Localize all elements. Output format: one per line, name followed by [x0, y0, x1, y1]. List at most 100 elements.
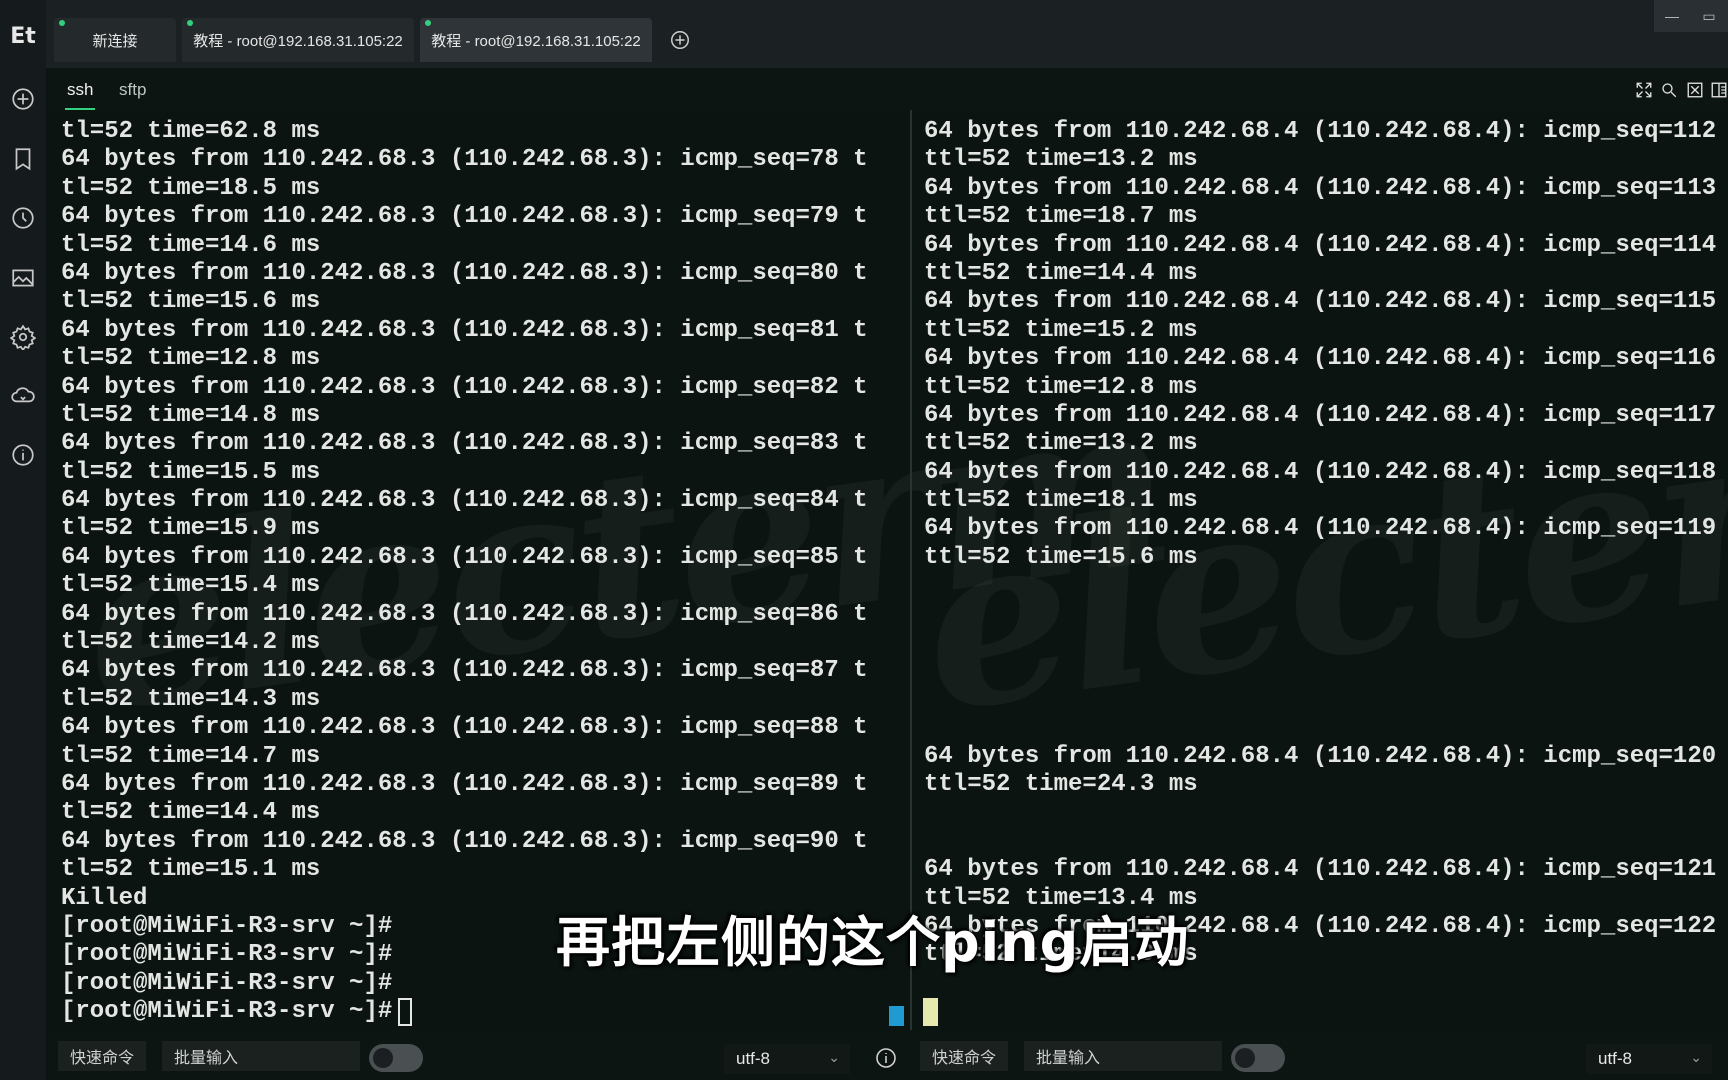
- terminal-line: 64 bytes from 110.242.68.3 (110.242.68.3…: [61, 770, 868, 798]
- terminal-line: ttl=52 time=12.8 ms: [924, 373, 1198, 401]
- add-tab-icon[interactable]: [666, 26, 694, 54]
- terminal-line: 64 bytes from 110.242.68.4 (110.242.68.4…: [924, 856, 1717, 884]
- terminal-line: 64 bytes from 110.242.68.4 (110.242.68.4…: [924, 515, 1717, 543]
- terminal-line: ttl=52 time=13.2 ms: [924, 146, 1198, 174]
- terminal-line: tl=52 time=14.7 ms: [61, 742, 321, 770]
- close-pane-icon[interactable]: [1685, 80, 1705, 100]
- video-subtitle: 再把左侧的这个ping启动: [556, 911, 1190, 974]
- batch-input-toggle[interactable]: [369, 1044, 423, 1072]
- terminal-line: 64 bytes from 110.242.68.4 (110.242.68.4…: [924, 118, 1717, 145]
- terminal-output: tl=52 time=62.8 ms 64 bytes from 110.242.…: [61, 118, 868, 1027]
- tab-ssh[interactable]: ssh: [64, 80, 96, 110]
- batch-input-field-right[interactable]: 批量输入: [1024, 1041, 1222, 1071]
- tab-bar: 新连接 教程 - root@192.168.31.105:22 教程 - roo…: [46, 0, 1728, 68]
- status-dot: [59, 20, 65, 26]
- quick-command-button[interactable]: 快速命令: [58, 1041, 146, 1071]
- info-icon[interactable]: [9, 441, 37, 469]
- info-icon[interactable]: [874, 1046, 898, 1070]
- terminal-line: tl=52 time=12.8 ms: [61, 345, 321, 373]
- chevron-down-icon: ⌄: [828, 1049, 840, 1065]
- terminal-line: 64 bytes from 110.242.68.3 (110.242.68.3…: [61, 487, 868, 515]
- terminal-line: 64 bytes from 110.242.68.3 (110.242.68.3…: [61, 543, 868, 571]
- encoding-value: utf-8: [736, 1049, 771, 1068]
- quick-command-button-right[interactable]: 快速命令: [920, 1041, 1008, 1071]
- history-icon[interactable]: [9, 204, 37, 232]
- status-dot: [187, 20, 193, 26]
- terminal-line: tl=52 time=15.4 ms: [61, 572, 321, 600]
- status-dot: [425, 20, 431, 26]
- terminal-line: 64 bytes from 110.242.68.3 (110.242.68.3…: [61, 657, 868, 685]
- add-connection-icon[interactable]: [9, 85, 37, 113]
- tab-label: 教程 - root@192.168.31.105:22: [431, 32, 641, 50]
- batch-input-toggle-right[interactable]: [1231, 1044, 1285, 1072]
- minimize-icon[interactable]: —: [1654, 0, 1690, 32]
- terminal-line: 64 bytes from 110.242.68.4 (110.242.68.4…: [924, 458, 1717, 486]
- terminal-line: tl=52 time=15.9 ms: [61, 515, 321, 543]
- terminal-line: 64 bytes from 110.242.68.4 (110.242.68.4…: [924, 742, 1717, 770]
- tab-session-1[interactable]: 教程 - root@192.168.31.105:22: [182, 18, 414, 62]
- terminal-line: 64 bytes from 110.242.68.4 (110.242.68.4…: [924, 288, 1717, 316]
- search-icon[interactable]: [1659, 80, 1679, 100]
- terminal-line: ttl=52 time=18.7 ms: [924, 203, 1198, 231]
- terminal-line: tl=52 time=14.3 ms: [61, 685, 321, 713]
- tab-session-2[interactable]: 教程 - root@192.168.31.105:22: [420, 18, 652, 62]
- terminal-line: ttl=52 time=18.1 ms: [924, 487, 1198, 515]
- terminal-line: tl=52 time=14.2 ms: [61, 629, 321, 657]
- terminal-left[interactable]: tl=52 time=62.8 ms 64 bytes from 110.242.…: [46, 110, 910, 1030]
- terminal-line: 64 bytes from 110.242.68.3 (110.242.68.3…: [61, 600, 868, 628]
- terminal-line: 64 bytes from 110.242.68.3 (110.242.68.3…: [61, 430, 868, 458]
- bookmark-icon[interactable]: [9, 145, 37, 173]
- app-logo: Et: [10, 24, 36, 49]
- terminal-line: 64 bytes from 110.242.68.3 (110.242.68.3…: [61, 373, 868, 401]
- terminal-line: ttl=52 time=15.6 ms: [924, 543, 1198, 571]
- terminal-line: 64 bytes from 110.242.68.4 (110.242.68.4…: [924, 401, 1717, 429]
- terminal-line: 64 bytes from 110.242.68.3 (110.242.68.3…: [61, 146, 868, 174]
- settings-gear-icon[interactable]: [9, 323, 37, 351]
- session-subtabs: ssh sftp: [46, 68, 1728, 110]
- left-sidebar: Et: [0, 0, 46, 1080]
- terminal-line: 64 bytes from 110.242.68.3 (110.242.68.3…: [61, 259, 868, 287]
- terminal-line: tl=52 time=15.1 ms: [61, 856, 321, 884]
- terminal-line: tl=52 time=14.8 ms: [61, 401, 321, 429]
- maximize-icon[interactable]: ▭: [1690, 0, 1728, 32]
- terminal-line: 64 bytes from 110.242.68.4 (110.242.68.4…: [924, 231, 1717, 259]
- terminal-line: 64 bytes from 110.242.68.4 (110.242.68.4…: [924, 345, 1717, 373]
- split-view-icon[interactable]: [1710, 80, 1728, 100]
- terminal-line: ttl=52 time=13.2 ms: [924, 430, 1198, 458]
- terminal-line: [root@MiWiFi-R3-srv ~]#: [61, 998, 868, 1027]
- terminal-line: tl=52 time=14.4 ms: [61, 799, 321, 827]
- terminal-right[interactable]: 64 bytes from 110.242.68.4 (110.242.68.4…: [912, 110, 1728, 1030]
- terminal-line: ttl=52 time=15.2 ms: [924, 316, 1198, 344]
- encoding-select-right[interactable]: utf-8 ⌄: [1586, 1044, 1712, 1074]
- tab-sftp[interactable]: sftp: [119, 80, 146, 100]
- terminal-line: tl=52 time=15.5 ms: [61, 458, 321, 486]
- terminal-line: tl=52 time=62.8 ms: [61, 118, 321, 145]
- batch-input-field[interactable]: 批量输入: [162, 1041, 360, 1071]
- tab-label: 新连接: [92, 32, 138, 50]
- terminal-line: ttl=52 time=24.3 ms: [924, 770, 1198, 798]
- terminal-line: tl=52 time=15.6 ms: [61, 288, 321, 316]
- terminal-line: 64 bytes from 110.242.68.3 (110.242.68.3…: [61, 714, 868, 742]
- terminal-line: 64 bytes from 110.242.68.3 (110.242.68.3…: [61, 316, 868, 344]
- image-icon[interactable]: [9, 264, 37, 292]
- encoding-select-left[interactable]: utf-8 ⌄: [724, 1044, 850, 1074]
- terminal-line: 64 bytes from 110.242.68.4 (110.242.68.4…: [924, 174, 1717, 202]
- scroll-marker: [889, 1006, 904, 1026]
- fullscreen-icon[interactable]: [1634, 80, 1654, 100]
- tab-label: 教程 - root@192.168.31.105:22: [193, 32, 403, 50]
- terminal-line: tl=52 time=14.6 ms: [61, 231, 321, 259]
- terminal-line: tl=52 time=18.5 ms: [61, 174, 321, 202]
- terminal-output: 64 bytes from 110.242.68.4 (110.242.68.4…: [924, 118, 1716, 970]
- terminal-line: 64 bytes from 110.242.68.3 (110.242.68.3…: [61, 203, 868, 231]
- cloud-sync-icon[interactable]: [9, 382, 37, 410]
- terminal-line: 64 bytes from 110.242.68.3 (110.242.68.3…: [61, 827, 868, 855]
- tab-new-connection[interactable]: 新连接: [54, 18, 176, 62]
